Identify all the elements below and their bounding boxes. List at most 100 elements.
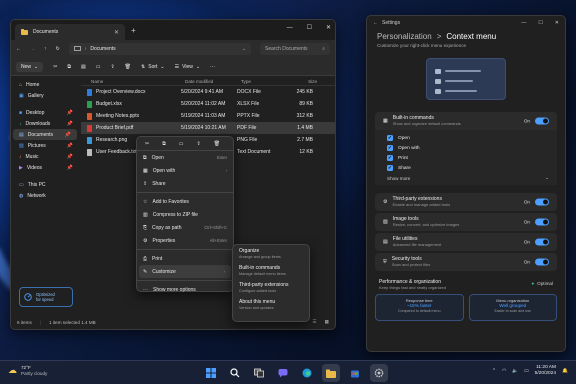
- sidebar-item-music[interactable]: ♪ Music 📌: [11, 151, 79, 162]
- extension-toggle[interactable]: On: [524, 238, 549, 246]
- copy-icon[interactable]: ⧉: [67, 64, 71, 70]
- menu-item-show-more-options[interactable]: ⋯ Show more options: [137, 283, 233, 296]
- menu-item-print[interactable]: ⎙ Print: [137, 252, 233, 265]
- menu-item-customize[interactable]: ✎ Customize ›: [139, 265, 231, 278]
- notification-icon[interactable]: 🔔: [562, 369, 568, 374]
- paste-icon[interactable]: ▤: [81, 64, 86, 70]
- menu-item-add-to-favorites[interactable]: ☆ Add to Favorites: [137, 195, 233, 208]
- sort-button[interactable]: ⇅ Sort ⌄: [141, 64, 165, 70]
- column-header-name[interactable]: Name: [91, 79, 185, 84]
- tab-bar: Documents ✕ + — ☐ ✕: [11, 20, 335, 40]
- battery-icon[interactable]: ▭: [524, 369, 529, 374]
- sidebar-item-desktop[interactable]: ■ Desktop 📌: [11, 107, 79, 118]
- new-button[interactable]: New ⌄: [16, 61, 44, 72]
- menu-item-compress-to-zip-file[interactable]: ▥ Compress to ZIP file: [137, 208, 233, 221]
- refresh-icon[interactable]: ↻: [56, 46, 60, 52]
- edge-icon[interactable]: [298, 364, 316, 382]
- column-header-size[interactable]: Size: [287, 79, 317, 84]
- sidebar-item-this-pc[interactable]: ▭ This PC: [11, 179, 79, 190]
- sidebar-item-home[interactable]: ⌂ Home: [11, 79, 79, 90]
- menu-item-open-with[interactable]: ▦ Open with ›: [137, 164, 233, 177]
- chat-icon[interactable]: [274, 364, 292, 382]
- close-tab-icon[interactable]: ✕: [114, 29, 119, 36]
- sidebar-item-gallery[interactable]: ▣ Gallery: [11, 90, 79, 101]
- extension-toggle[interactable]: On: [524, 218, 549, 226]
- delete-icon[interactable]: 🗑: [125, 64, 131, 70]
- weather-widget[interactable]: ☁ 72°F Partly cloudy: [8, 365, 47, 377]
- menu-item-label: Open: [151, 154, 164, 161]
- copy-icon[interactable]: ⧉: [162, 141, 166, 147]
- forward-icon[interactable]: →: [30, 46, 35, 52]
- file-explorer-icon[interactable]: [322, 364, 340, 382]
- builtin-commands-toggle[interactable]: On: [524, 117, 549, 125]
- show-more-button[interactable]: Show more ⌄: [375, 173, 557, 183]
- wifi-icon[interactable]: ◠: [502, 369, 506, 374]
- new-tab-icon[interactable]: +: [131, 26, 136, 35]
- third-party-toggle[interactable]: On: [524, 198, 549, 206]
- table-row[interactable]: Product Brief.pdf 5/19/2024 10:21 AM PDF…: [81, 122, 335, 134]
- view-button[interactable]: ☰ View ⌄: [175, 64, 200, 70]
- settings-icon[interactable]: [370, 364, 388, 382]
- submenu-item[interactable]: Built-in commands Manage default menu ite…: [239, 265, 303, 276]
- file-icon: [87, 124, 92, 132]
- command-checkbox[interactable]: ✓ Open: [375, 133, 557, 143]
- command-checkbox[interactable]: ✓ Open with: [375, 143, 557, 153]
- sidebar-item-pictures[interactable]: ▨ Pictures 📌: [11, 140, 79, 151]
- task-view-icon[interactable]: [250, 364, 268, 382]
- share-icon[interactable]: ⇪: [197, 141, 201, 147]
- close-icon[interactable]: ✕: [555, 20, 559, 26]
- tiles-view-icon[interactable]: ▦: [325, 319, 329, 325]
- sidebar-item-videos[interactable]: ▶ Videos 📌: [11, 162, 79, 173]
- clock[interactable]: 11:20 AM 5/20/2024: [535, 365, 556, 377]
- maximize-icon[interactable]: ☐: [307, 24, 312, 31]
- menu-item-share[interactable]: ⇪ Share: [137, 177, 233, 190]
- submenu-item[interactable]: Third-party extensions Configure added to…: [239, 282, 303, 293]
- table-row[interactable]: Project Overview.docx 5/20/2024 9:41 AM …: [81, 86, 335, 98]
- sidebar-item-label: Pictures: [27, 142, 46, 149]
- up-icon[interactable]: ↑: [44, 46, 47, 52]
- maximize-icon[interactable]: ☐: [538, 20, 542, 26]
- menu-item-label: Share: [152, 180, 166, 187]
- context-menu: ✂ ⧉ ▭ ⇪ 🗑 ⧉ Open Enter ▦ Open with › ⇪ Share ☆ Ad…: [136, 136, 234, 293]
- menu-item-open[interactable]: ⧉ Open Enter: [137, 151, 233, 164]
- command-checkbox[interactable]: ✓ Print: [375, 153, 557, 163]
- back-icon[interactable]: ←: [16, 46, 21, 52]
- cut-icon[interactable]: ✂: [145, 141, 149, 147]
- rename-icon[interactable]: ▭: [96, 64, 101, 70]
- search-input[interactable]: Search Documents ⌕: [260, 43, 330, 55]
- sidebar-item-network[interactable]: ◍ Network: [11, 190, 79, 201]
- minimize-icon[interactable]: —: [287, 25, 293, 31]
- extension-toggle[interactable]: On: [524, 258, 549, 266]
- start-icon[interactable]: [202, 364, 220, 382]
- store-icon[interactable]: [346, 364, 364, 382]
- chevron-down-icon[interactable]: ⌄: [242, 46, 246, 52]
- column-header-date[interactable]: Date modified: [185, 79, 241, 84]
- submenu-item[interactable]: About this menu Version and updates: [239, 299, 303, 310]
- file-date: 5/19/2024 11:03 AM: [181, 113, 226, 119]
- menu-item-copy-as-path[interactable]: ⎘ Copy as path Ctrl+Shift+C: [137, 221, 233, 234]
- rename-icon[interactable]: ▭: [179, 141, 184, 147]
- sidebar-item-downloads[interactable]: ↓ Downloads 📌: [11, 118, 79, 129]
- tab-documents[interactable]: Documents ✕: [15, 24, 125, 40]
- share-icon[interactable]: ⇪: [110, 64, 114, 70]
- close-icon[interactable]: ✕: [326, 24, 331, 31]
- volume-icon[interactable]: 🔈: [512, 369, 518, 374]
- minimize-icon[interactable]: —: [521, 20, 526, 26]
- menu-item-properties[interactable]: ⚙ Properties Alt+Enter: [137, 234, 233, 247]
- submenu-item[interactable]: Organize Arrange and group items: [239, 248, 303, 259]
- command-checkbox[interactable]: ✓ Share: [375, 163, 557, 173]
- delete-icon[interactable]: 🗑: [214, 141, 220, 147]
- tile-desc: Easier to scan and use: [494, 309, 532, 314]
- table-row[interactable]: Budget.xlsx 5/20/2024 11:02 AM XLSX File…: [81, 98, 335, 110]
- more-button[interactable]: ···: [210, 64, 215, 70]
- cut-icon[interactable]: ✂: [53, 64, 57, 70]
- column-header-type[interactable]: Type: [241, 79, 287, 84]
- back-icon[interactable]: ←: [373, 20, 378, 26]
- sidebar-item-documents[interactable]: ▤ Documents 📌: [13, 129, 77, 140]
- breadcrumb-parent[interactable]: Personalization: [377, 32, 432, 41]
- search-icon[interactable]: [226, 364, 244, 382]
- details-view-icon[interactable]: ☰: [313, 319, 317, 325]
- chevron-up-icon[interactable]: ⌃: [492, 369, 496, 374]
- table-row[interactable]: Meeting Notes.pptx 5/19/2024 11:03 AM PP…: [81, 110, 335, 122]
- address-bar[interactable]: › Documents ⌄: [68, 43, 251, 55]
